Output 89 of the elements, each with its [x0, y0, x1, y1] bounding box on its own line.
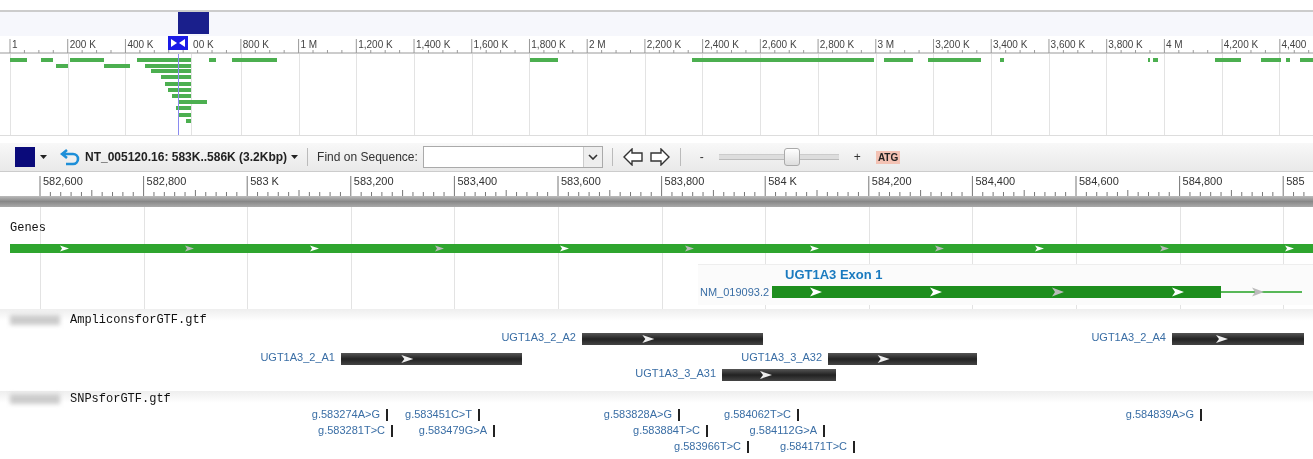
snp-label: g.583274A>G	[311, 408, 380, 420]
ruler-label: 583,800	[664, 175, 705, 187]
ruler-label: 2,800 K	[819, 39, 855, 50]
ruler-label: 584,600	[1079, 175, 1119, 187]
back-arrow-icon[interactable]	[622, 148, 643, 166]
amplicon-label: UGT1A3_2_A4	[1091, 331, 1166, 343]
undo-icon[interactable]	[60, 148, 80, 166]
location-dropdown[interactable]: NT_005120.16: 583K..586K (3.2Kbp)	[85, 150, 299, 164]
amplicon-bar[interactable]	[1172, 333, 1304, 345]
snp-marker[interactable]	[391, 425, 393, 437]
find-sequence-field[interactable]	[422, 146, 603, 168]
ruler-label: 584,200	[871, 175, 912, 187]
snp-label: g.583966T>C	[674, 440, 741, 452]
snp-marker[interactable]	[386, 409, 388, 421]
snp-label: g.584839A>G	[1125, 408, 1194, 420]
snp-marker[interactable]	[706, 425, 708, 437]
track-name: Genes	[10, 221, 46, 235]
snp-label: g.583828A>G	[603, 408, 672, 420]
gene-name[interactable]: UGT1A3 Exon 1	[785, 267, 883, 282]
track-name: SNPsforGTF.gtf	[70, 392, 171, 406]
ruler-label: 800 K	[242, 39, 269, 50]
snp-label: g.584062T>C	[724, 408, 791, 420]
amplicon-label: UGT1A3_3_A31	[635, 367, 716, 379]
ruler-label: 584 K	[768, 175, 797, 187]
zoom-out-label[interactable]: -	[689, 150, 714, 164]
amplicon-label: UGT1A3_2_A2	[501, 331, 576, 343]
snp-label: g.584171T>C	[780, 440, 847, 452]
snp-label: g.583281T>C	[318, 424, 385, 436]
ruler-label: 4 M	[1166, 39, 1183, 50]
ruler-label: 582,800	[146, 175, 187, 187]
caret-icon[interactable]	[291, 155, 299, 159]
ruler-label: 3,200 K	[935, 39, 970, 50]
ruler-label: 583,400	[457, 175, 498, 187]
amplicon-bar[interactable]	[828, 353, 977, 365]
ruler-label: 1,800 K	[531, 39, 566, 50]
ruler-label: 583,200	[353, 175, 394, 187]
ruler-label: 200 K	[69, 39, 96, 50]
ruler-label: 2,200 K	[646, 39, 682, 50]
track-name: AmpliconsforGTF.gtf	[70, 313, 207, 327]
blurred-label	[10, 394, 60, 404]
ruler-label: 3,600 K	[1050, 39, 1086, 50]
ruler-label: 1	[12, 39, 18, 50]
zoom-in-label[interactable]: +	[843, 150, 871, 164]
caret-icon[interactable]	[40, 155, 47, 159]
ruler-label: 400 K	[127, 39, 154, 50]
ruler-label: 00 K	[193, 39, 214, 50]
transcript-label: NM_019093.2	[700, 286, 770, 298]
zoom-slider-thumb[interactable]	[783, 148, 800, 166]
ruler-label: 584,800	[1182, 175, 1223, 187]
snp-marker[interactable]	[678, 409, 680, 421]
ruler-label: 583,600	[561, 175, 601, 187]
ruler-label: 3,800 K	[1108, 39, 1143, 50]
ruler-label: 1,400 K	[415, 39, 451, 50]
ruler-label: 1,200 K	[358, 39, 393, 50]
sequence-button[interactable]: ATG	[875, 150, 901, 164]
exon-bar[interactable]	[772, 286, 1303, 298]
amplicon-label: UGT1A3_3_A32	[741, 351, 822, 363]
snp-marker[interactable]	[797, 409, 799, 421]
ruler-label: 3 M	[877, 39, 895, 50]
ruler-label: 2,400 K	[704, 39, 739, 50]
ruler-label: 585	[1286, 175, 1305, 187]
blurred-label	[10, 315, 60, 325]
snp-label: g.584112G>A	[749, 424, 817, 436]
forward-arrow-icon[interactable]	[649, 148, 670, 166]
ruler-label: 582,600	[43, 175, 83, 187]
snp-marker[interactable]	[1200, 409, 1202, 421]
snp-marker[interactable]	[853, 441, 855, 453]
snp-label: g.583884T>C	[633, 424, 700, 436]
snp-marker[interactable]	[823, 425, 825, 437]
position-marker-icon[interactable]	[168, 36, 188, 50]
ruler-label: 583 K	[250, 175, 279, 187]
snp-marker[interactable]	[747, 441, 749, 453]
ruler-label: 1,600 K	[473, 39, 509, 50]
amplicon-label: UGT1A3_2_A1	[260, 351, 335, 363]
snp-marker[interactable]	[478, 409, 480, 421]
snp-marker[interactable]	[493, 425, 495, 437]
ruler-label: 2,600 K	[762, 39, 797, 50]
ruler-label: 4,400	[1281, 39, 1307, 50]
snp-label: g.583479G>A	[418, 424, 487, 436]
ruler-label: 584,400	[975, 175, 1016, 187]
snp-label: g.583451C>T	[405, 408, 472, 420]
find-label: Find on Sequence:	[317, 150, 418, 164]
ruler-label: 2 M	[589, 39, 606, 50]
chevron-down-icon[interactable]	[587, 154, 598, 160]
ruler-label: 4,200 K	[1223, 39, 1259, 50]
color-swatch[interactable]	[15, 147, 35, 167]
ruler-label: 3,400 K	[992, 39, 1028, 50]
ruler-label: 1 M	[300, 39, 318, 50]
amplicon-bar[interactable]	[722, 369, 836, 381]
